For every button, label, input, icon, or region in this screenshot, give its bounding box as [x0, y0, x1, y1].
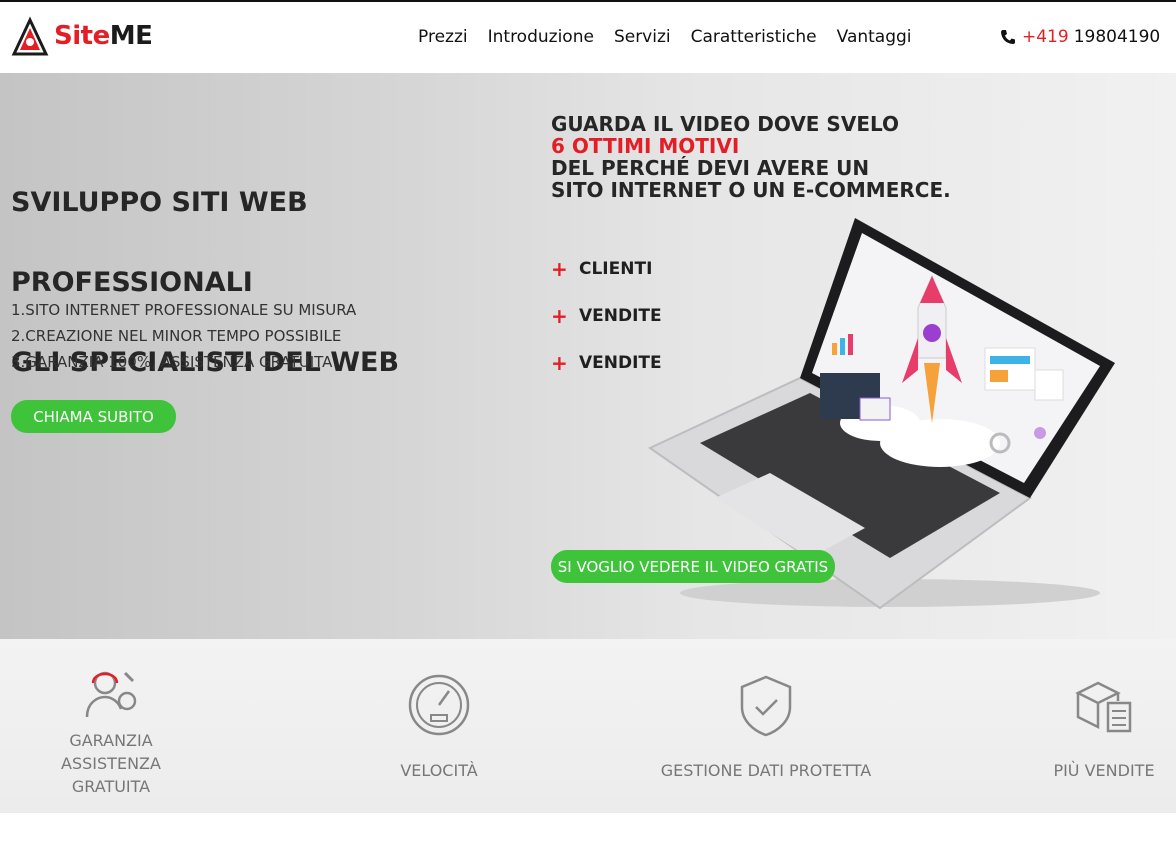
hero-title-line: SVILUPPO SITI WEB — [11, 187, 308, 218]
video-headline-line: DEL PERCHÉ DEVI AVERE UN — [551, 156, 870, 180]
phone-number: 19804190 — [1073, 27, 1161, 47]
list-item: + CLIENTI — [551, 245, 662, 292]
phone-icon — [1001, 30, 1015, 44]
nav-introduzione[interactable]: Introduzione — [488, 27, 594, 47]
nav-vantaggi[interactable]: Vantaggi — [837, 27, 912, 47]
logo-triangle-icon — [11, 16, 49, 56]
logo-wordmark: SiteME — [54, 21, 153, 51]
feature-support: GARANZIA ASSISTENZA GRATUITA — [20, 639, 202, 798]
hero-benefit-list: 1.SITO INTERNET PROFESSIONALE SU MISURA … — [11, 297, 356, 375]
feature-label: GESTIONE DATI PROTETTA — [660, 761, 872, 780]
video-headline-highlight: 6 OTTIMI MOTIVI — [551, 134, 740, 158]
plus-icon: + — [551, 303, 568, 328]
feature-more-sales: PIÙ VENDITE — [1050, 639, 1158, 782]
plus-icon: + — [551, 256, 568, 281]
feature-label: PIÙ VENDITE — [1053, 761, 1155, 780]
list-item: 2.CREAZIONE NEL MINOR TEMPO POSSIBILE — [11, 327, 342, 345]
main-nav: Prezzi Introduzione Servizi Caratteristi… — [418, 27, 932, 47]
support-icon — [85, 671, 137, 718]
shield-icon — [740, 675, 792, 737]
benefit-label: VENDITE — [579, 352, 662, 373]
benefit-label: VENDITE — [579, 305, 662, 326]
speedometer-icon — [408, 674, 470, 736]
benefits-list: + CLIENTI + VENDITE + VENDITE — [551, 245, 662, 386]
watch-video-button[interactable]: SI VOGLIO VEDERE IL VIDEO GRATIS — [551, 550, 835, 583]
hero-title: SVILUPPO SITI WEB PROFESSIONALI GLI SPEC… — [11, 143, 399, 423]
feature-speed: VELOCITÀ — [380, 639, 498, 782]
feature-label-line: GARANZIA ASSISTENZA — [61, 731, 161, 773]
phone-prefix: +419 — [1022, 27, 1069, 47]
site-header: SiteME Prezzi Introduzione Servizi Carat… — [0, 2, 1176, 73]
nav-servizi[interactable]: Servizi — [614, 27, 671, 47]
page-bottom — [0, 813, 1176, 846]
features-strip: GARANZIA ASSISTENZA GRATUITA VELOCITÀ GE… — [0, 639, 1176, 813]
feature-data-protection: GESTIONE DATI PROTETTA — [660, 639, 872, 782]
list-item: 3.GARANZIA 100%, ASSISTENZA GRATUITA — [11, 353, 333, 371]
nav-prezzi[interactable]: Prezzi — [418, 27, 468, 47]
box-checklist-icon — [1075, 681, 1132, 733]
video-headline-line: GUARDA IL VIDEO DOVE SVELO — [551, 112, 900, 136]
site-logo[interactable]: SiteME — [10, 16, 153, 56]
feature-label-line: GRATUITA — [71, 777, 151, 796]
feature-label: VELOCITÀ — [400, 761, 478, 780]
benefit-label: CLIENTI — [579, 258, 653, 279]
video-headline: GUARDA IL VIDEO DOVE SVELO 6 OTTIMI MOTI… — [551, 113, 951, 201]
list-item: + VENDITE — [551, 339, 662, 386]
hero-section: SVILUPPO SITI WEB PROFESSIONALI GLI SPEC… — [0, 73, 1176, 639]
list-item: + VENDITE — [551, 292, 662, 339]
call-now-button[interactable]: CHIAMA SUBITO — [11, 400, 176, 433]
nav-caratteristiche[interactable]: Caratteristiche — [691, 27, 817, 47]
video-headline-line: SITO INTERNET O UN E-COMMERCE. — [551, 178, 951, 202]
plus-icon: + — [551, 350, 568, 375]
feature-label: GARANZIA ASSISTENZA GRATUITA — [20, 729, 202, 798]
phone-link[interactable]: +419 19804190 — [1000, 27, 1160, 47]
list-item: 1.SITO INTERNET PROFESSIONALE SU MISURA — [11, 301, 357, 319]
